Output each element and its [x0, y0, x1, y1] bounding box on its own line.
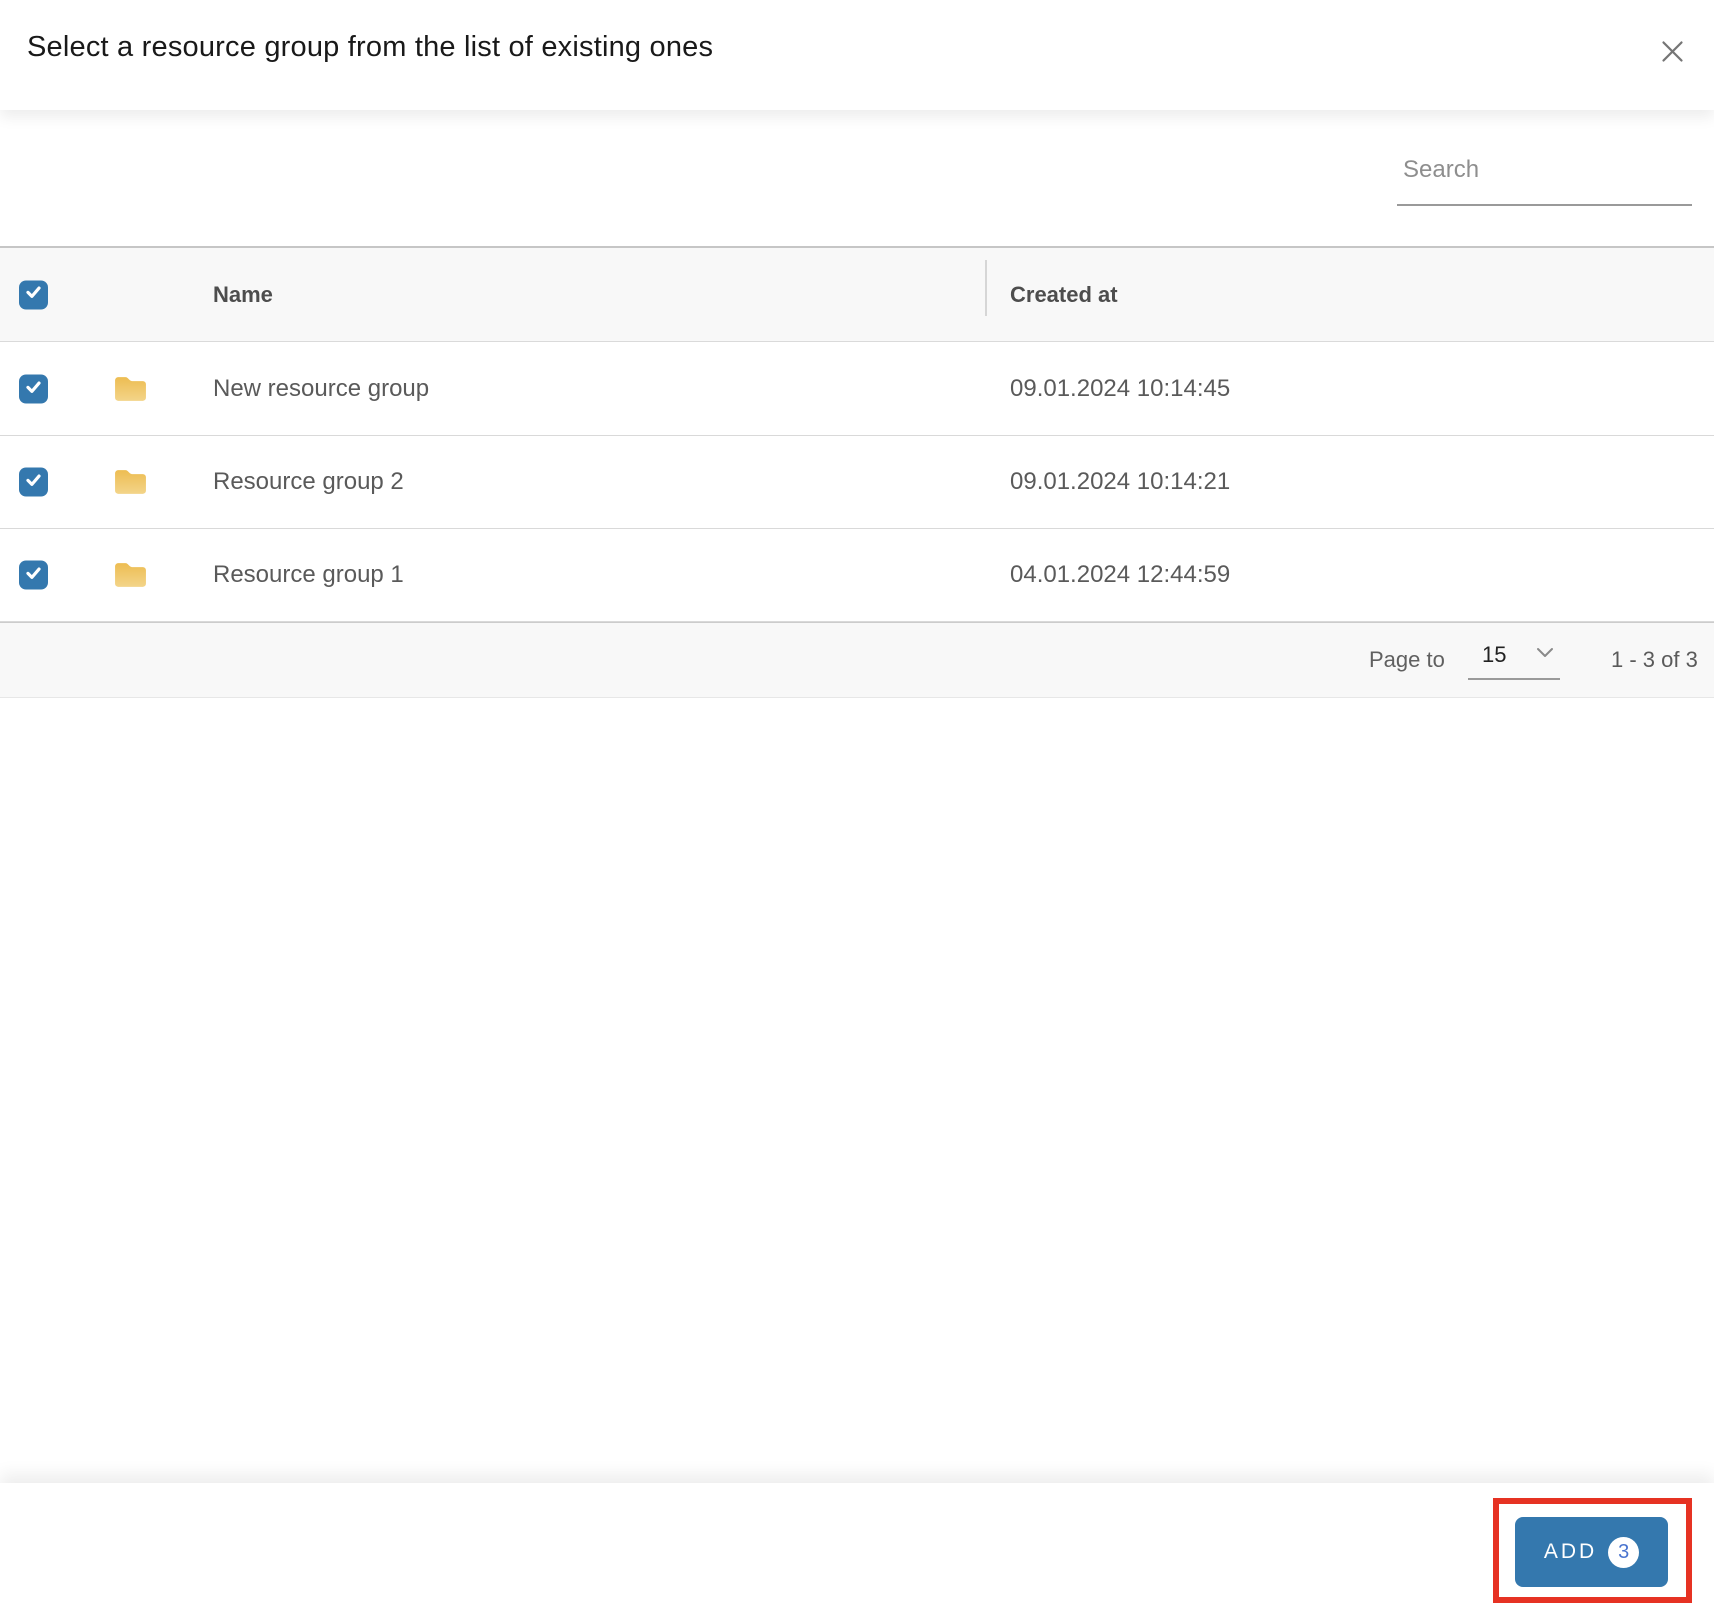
dialog-action-bar — [0, 1483, 1714, 1610]
resource-group-name: Resource group 1 — [213, 561, 404, 588]
check-icon — [24, 470, 43, 494]
search-field — [1397, 146, 1692, 206]
column-header-created-at: Created at — [1010, 281, 1118, 307]
select-all-checkbox[interactable] — [19, 280, 48, 309]
resource-group-created-at: 04.01.2024 12:44:59 — [1010, 561, 1231, 588]
table-row[interactable]: New resource group 09.01.2024 10:14:45 — [0, 343, 1714, 436]
check-icon — [24, 283, 43, 307]
search-input[interactable] — [1397, 146, 1692, 206]
add-button[interactable]: ADD 3 — [1515, 1517, 1668, 1587]
pagination-range: 1 - 3 of 3 — [1611, 647, 1698, 672]
folder-icon — [113, 375, 148, 403]
close-icon — [1659, 38, 1686, 68]
chevron-down-icon — [1536, 646, 1554, 664]
close-button[interactable] — [1652, 33, 1692, 73]
check-icon — [24, 563, 43, 587]
page-size-value: 15 — [1482, 642, 1507, 667]
folder-icon — [113, 468, 148, 496]
table-header-row: Name Created at — [0, 246, 1714, 342]
resource-group-created-at: 09.01.2024 10:14:21 — [1010, 468, 1231, 495]
table-row[interactable]: Resource group 1 04.01.2024 12:44:59 — [0, 529, 1714, 622]
column-divider — [985, 260, 987, 316]
page-to-label: Page to — [1369, 647, 1445, 672]
dialog-title: Select a resource group from the list of… — [27, 31, 714, 63]
row-checkbox[interactable] — [19, 374, 48, 404]
page-size-select[interactable]: 15 — [1468, 636, 1560, 680]
column-header-name: Name — [213, 281, 273, 307]
resource-group-created-at: 09.01.2024 10:14:45 — [1010, 375, 1231, 402]
folder-icon — [113, 561, 148, 589]
row-checkbox[interactable] — [19, 467, 48, 497]
table-row[interactable]: Resource group 2 09.01.2024 10:14:21 — [0, 436, 1714, 529]
resource-group-name: Resource group 2 — [213, 468, 404, 495]
add-button-label: ADD — [1543, 1540, 1598, 1563]
pagination-bar: Page to 15 1 - 3 of 3 — [0, 622, 1714, 698]
resource-group-name: New resource group — [213, 375, 430, 402]
dialog-header: Select a resource group from the list of… — [0, 0, 1714, 110]
check-icon — [24, 377, 43, 401]
add-count-badge: 3 — [1608, 1536, 1640, 1568]
row-checkbox[interactable] — [19, 560, 48, 590]
